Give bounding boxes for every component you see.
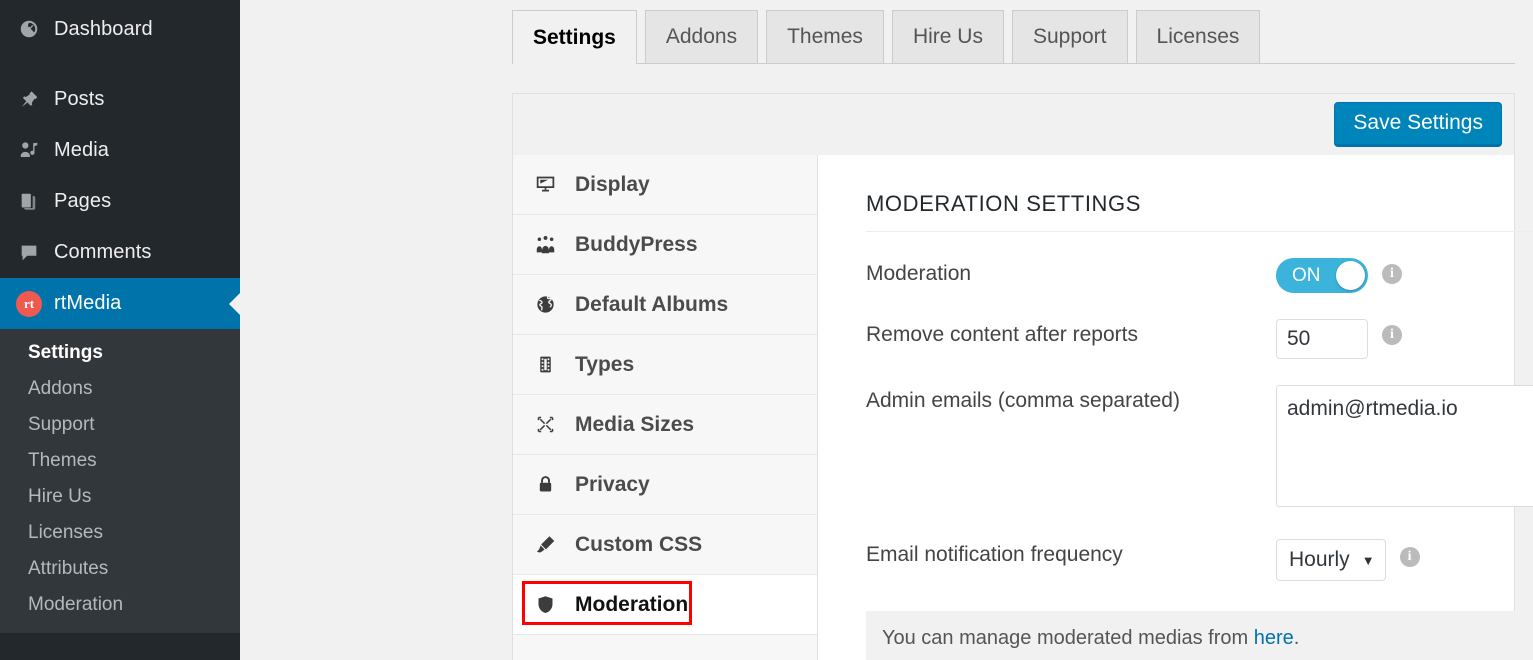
tab-hire-us[interactable]: Hire Us [892, 10, 1004, 63]
rtmedia-icon: rt [12, 291, 46, 317]
save-settings-button[interactable]: Save Settings [1334, 102, 1502, 147]
settings-nav-item-privacy[interactable]: Privacy [513, 455, 817, 515]
app-screen: Dashboard Posts Media [0, 0, 1533, 660]
toggle-knob [1336, 261, 1365, 290]
tab-settings[interactable]: Settings [512, 10, 637, 64]
wp-admin-sidebar: Dashboard Posts Media [0, 0, 240, 660]
sidebar-item-pages[interactable]: Pages [0, 176, 240, 227]
sidebar-item-dashboard[interactable]: Dashboard [0, 0, 240, 58]
rtmedia-badge: rt [16, 291, 42, 317]
moderation-label: Moderation [866, 258, 1276, 286]
email-frequency-field: Hourly ▼ i [1276, 539, 1420, 581]
admin-emails-field: i [1276, 385, 1533, 507]
email-frequency-label: Email notification frequency [866, 539, 1276, 567]
info-icon[interactable]: i [1382, 264, 1402, 284]
sidebar-item-label: Posts [46, 88, 105, 111]
manage-moderated-medias-link[interactable]: here [1254, 627, 1294, 649]
lock-icon [535, 474, 569, 495]
setting-row-moderation: Moderation ON i [866, 258, 1533, 293]
tab-support[interactable]: Support [1012, 10, 1128, 63]
settings-nav-label: Moderation [569, 593, 688, 617]
submenu-item-licenses[interactable]: Licenses [0, 515, 240, 551]
sidebar-item-label: Media [46, 139, 109, 162]
submenu-item-attributes[interactable]: Attributes [0, 551, 240, 587]
notice-text-after: . [1294, 627, 1300, 649]
settings-nav-label: BuddyPress [569, 233, 698, 257]
email-frequency-select[interactable]: Hourly ▼ [1276, 539, 1386, 581]
settings-nav-item-types[interactable]: Types [513, 335, 817, 395]
sidebar-item-posts[interactable]: Posts [0, 74, 240, 125]
submenu-item-moderation[interactable]: Moderation [0, 587, 240, 623]
settings-nav-label: Custom CSS [569, 533, 702, 557]
monitor-icon [535, 174, 569, 195]
globe-icon [535, 294, 569, 315]
resize-icon [535, 414, 569, 435]
submenu-item-addons[interactable]: Addons [0, 371, 240, 407]
brush-icon [535, 534, 569, 555]
settings-nav-item-buddypress[interactable]: BuddyPress [513, 215, 817, 275]
settings-nav-item-default-albums[interactable]: Default Albums [513, 275, 817, 335]
tab-addons[interactable]: Addons [645, 10, 758, 63]
settings-nav-item-media-sizes[interactable]: Media Sizes [513, 395, 817, 455]
submenu-item-themes[interactable]: Themes [0, 443, 240, 479]
submenu-item-hire-us[interactable]: Hire Us [0, 479, 240, 515]
sidebar-item-label: Comments [46, 241, 152, 264]
sidebar-item-label: Dashboard [46, 18, 153, 41]
settings-nav-label: Types [569, 353, 634, 377]
email-frequency-value: Hourly [1289, 548, 1350, 572]
settings-nav-item-extra[interactable] [513, 635, 817, 660]
setting-row-admin-emails: Admin emails (comma separated) i [866, 385, 1533, 507]
admin-emails-label: Admin emails (comma separated) [866, 385, 1276, 413]
notice-text-before: You can manage moderated medias from [882, 627, 1254, 649]
remove-after-reports-input[interactable] [1276, 319, 1368, 359]
tab-licenses[interactable]: Licenses [1136, 10, 1261, 63]
pin-icon [12, 89, 46, 111]
tab-bar: Settings Addons Themes Hire Us Support L… [512, 11, 1515, 64]
save-bar: Save Settings [512, 93, 1515, 155]
moderation-settings-content: MODERATION SETTINGS Moderation ON i Remo… [818, 155, 1533, 660]
remove-after-reports-label: Remove content after reports [866, 319, 1276, 347]
settings-nav-item-display[interactable]: Display [513, 155, 817, 215]
settings-nav-label: Default Albums [569, 293, 728, 317]
film-strip-icon [535, 354, 569, 375]
setting-row-email-frequency: Email notification frequency Hourly ▼ i [866, 539, 1533, 581]
info-icon[interactable]: i [1382, 325, 1402, 345]
comments-icon [12, 242, 46, 264]
shield-icon [535, 594, 569, 615]
moderation-toggle[interactable]: ON [1276, 258, 1368, 293]
settings-nav-label: Media Sizes [569, 413, 694, 437]
buddypress-group-icon [535, 234, 569, 255]
moderated-media-notice: You can manage moderated medias from her… [866, 611, 1533, 660]
rtmedia-submenu: Settings Addons Support Themes Hire Us L… [0, 329, 240, 633]
dashboard-icon [12, 18, 46, 40]
submenu-item-support[interactable]: Support [0, 407, 240, 443]
settings-nav-item-moderation[interactable]: Moderation [513, 575, 817, 635]
settings-nav: Display BuddyPress [513, 155, 818, 660]
settings-panel: Display BuddyPress [512, 155, 1515, 660]
sidebar-item-label: rtMedia [46, 292, 121, 315]
settings-nav-label: Display [569, 173, 650, 197]
remove-after-reports-field: i [1276, 319, 1402, 359]
section-title: MODERATION SETTINGS [866, 191, 1533, 232]
sidebar-item-rtmedia[interactable]: rt rtMedia [0, 278, 240, 329]
settings-nav-label: Privacy [569, 473, 650, 497]
sidebar-item-label: Pages [46, 190, 111, 213]
sidebar-item-media[interactable]: Media [0, 125, 240, 176]
main-area: Settings Addons Themes Hire Us Support L… [240, 0, 1533, 660]
media-icon [12, 140, 46, 162]
info-icon[interactable]: i [1400, 547, 1420, 567]
tab-themes[interactable]: Themes [766, 10, 884, 63]
moderation-field: ON i [1276, 258, 1402, 293]
moderation-toggle-state: ON [1276, 265, 1321, 287]
chevron-down-icon: ▼ [1362, 553, 1375, 568]
submenu-item-settings[interactable]: Settings [0, 335, 240, 371]
sidebar-item-comments[interactable]: Comments [0, 227, 240, 278]
settings-nav-item-custom-css[interactable]: Custom CSS [513, 515, 817, 575]
setting-row-remove-after-reports: Remove content after reports i [866, 319, 1533, 359]
admin-emails-textarea[interactable] [1276, 385, 1533, 507]
pages-icon [12, 191, 46, 213]
